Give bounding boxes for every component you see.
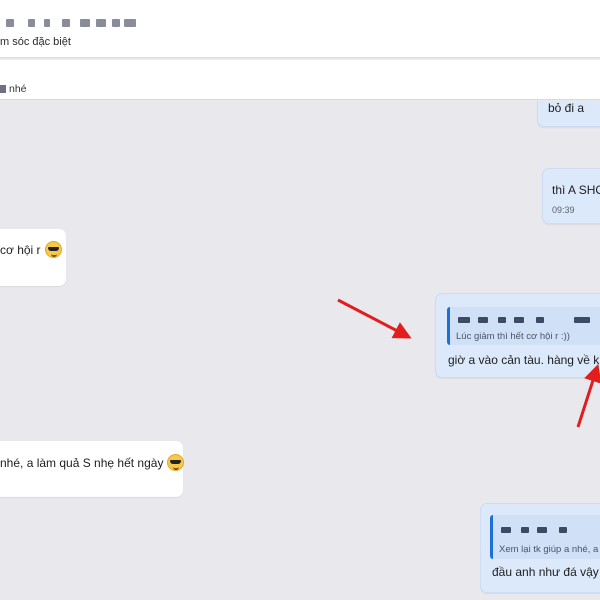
chat-message-list[interactable]: bỏ đi a thì A SHO 09:39 cơ hội r Lúc giả… [0, 101, 600, 600]
redacted-text [0, 85, 6, 93]
pinned-message-bar[interactable]: nhé [0, 60, 600, 100]
red-annotation-arrow-icon [337, 298, 600, 428]
pinned-message: nhé [0, 83, 27, 95]
header-subtitle: m sóc đặc biệt [0, 36, 71, 48]
pinned-message-text: nhé [9, 83, 27, 95]
chat-header: m sóc đặc biệt [0, 0, 600, 58]
